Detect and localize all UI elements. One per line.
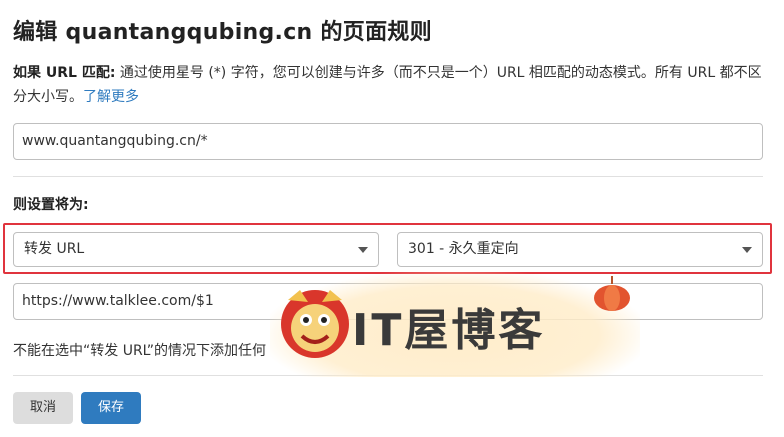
save-button[interactable]: 保存: [81, 392, 141, 424]
divider: [13, 176, 763, 177]
chevron-down-icon: [358, 247, 368, 253]
setting-select-value: 转发 URL: [24, 241, 85, 257]
settings-note: 不能在选中“转发 URL”的情况下添加任何: [13, 343, 267, 359]
destination-url-input[interactable]: https://www.talklee.com/$1: [13, 283, 763, 320]
page-title: 编辑 quantangqubing.cn 的页面规则: [13, 20, 432, 45]
description-lead: 如果 URL 匹配:: [13, 65, 116, 81]
settings-label: 则设置将为:: [13, 197, 89, 213]
setting-select[interactable]: 转发 URL: [13, 232, 379, 267]
status-code-select[interactable]: 301 - 永久重定向: [397, 232, 763, 267]
cancel-button[interactable]: 取消: [13, 392, 73, 424]
status-code-select-value: 301 - 永久重定向: [408, 241, 519, 257]
chevron-down-icon: [742, 247, 752, 253]
learn-more-link[interactable]: 了解更多: [83, 89, 139, 105]
divider: [13, 375, 763, 376]
url-pattern-input[interactable]: www.quantangqubing.cn/*: [13, 123, 763, 160]
description: 如果 URL 匹配: 通过使用星号 (*) 字符，您可以创建与许多（而不只是一个…: [13, 61, 769, 109]
